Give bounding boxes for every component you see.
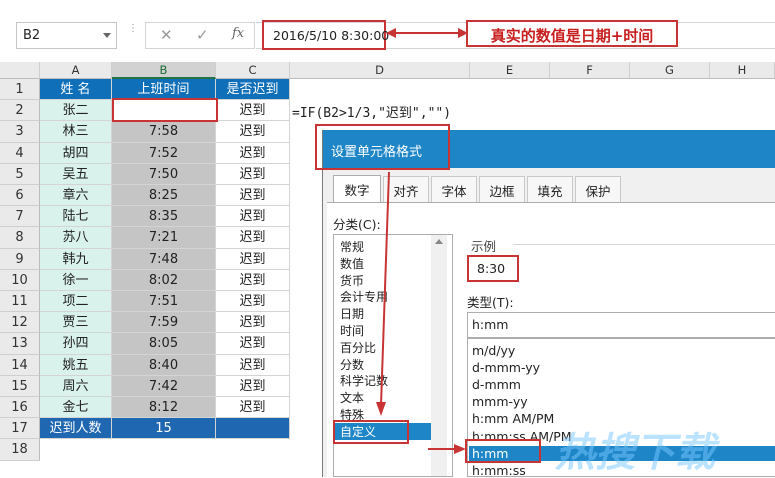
arrow-down-icon bbox=[376, 402, 386, 416]
watermark: 热搜下载 bbox=[555, 430, 715, 476]
arrow-right-icon bbox=[454, 444, 466, 454]
arrow-annotations bbox=[376, 171, 466, 454]
